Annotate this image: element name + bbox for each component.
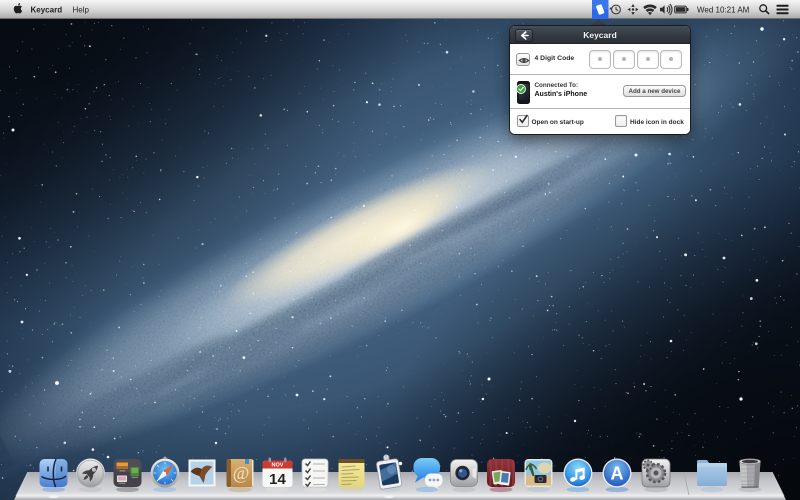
svg-text:@: @ (233, 463, 250, 483)
svg-text:A: A (611, 464, 624, 484)
svg-text:Wed 10:21 AM: Wed 10:21 AM (697, 5, 750, 14)
svg-text:Keycard: Keycard (31, 5, 63, 14)
svg-text:Help: Help (73, 5, 90, 14)
svg-text:14: 14 (269, 471, 286, 488)
svg-text:NOV: NOV (272, 462, 284, 468)
